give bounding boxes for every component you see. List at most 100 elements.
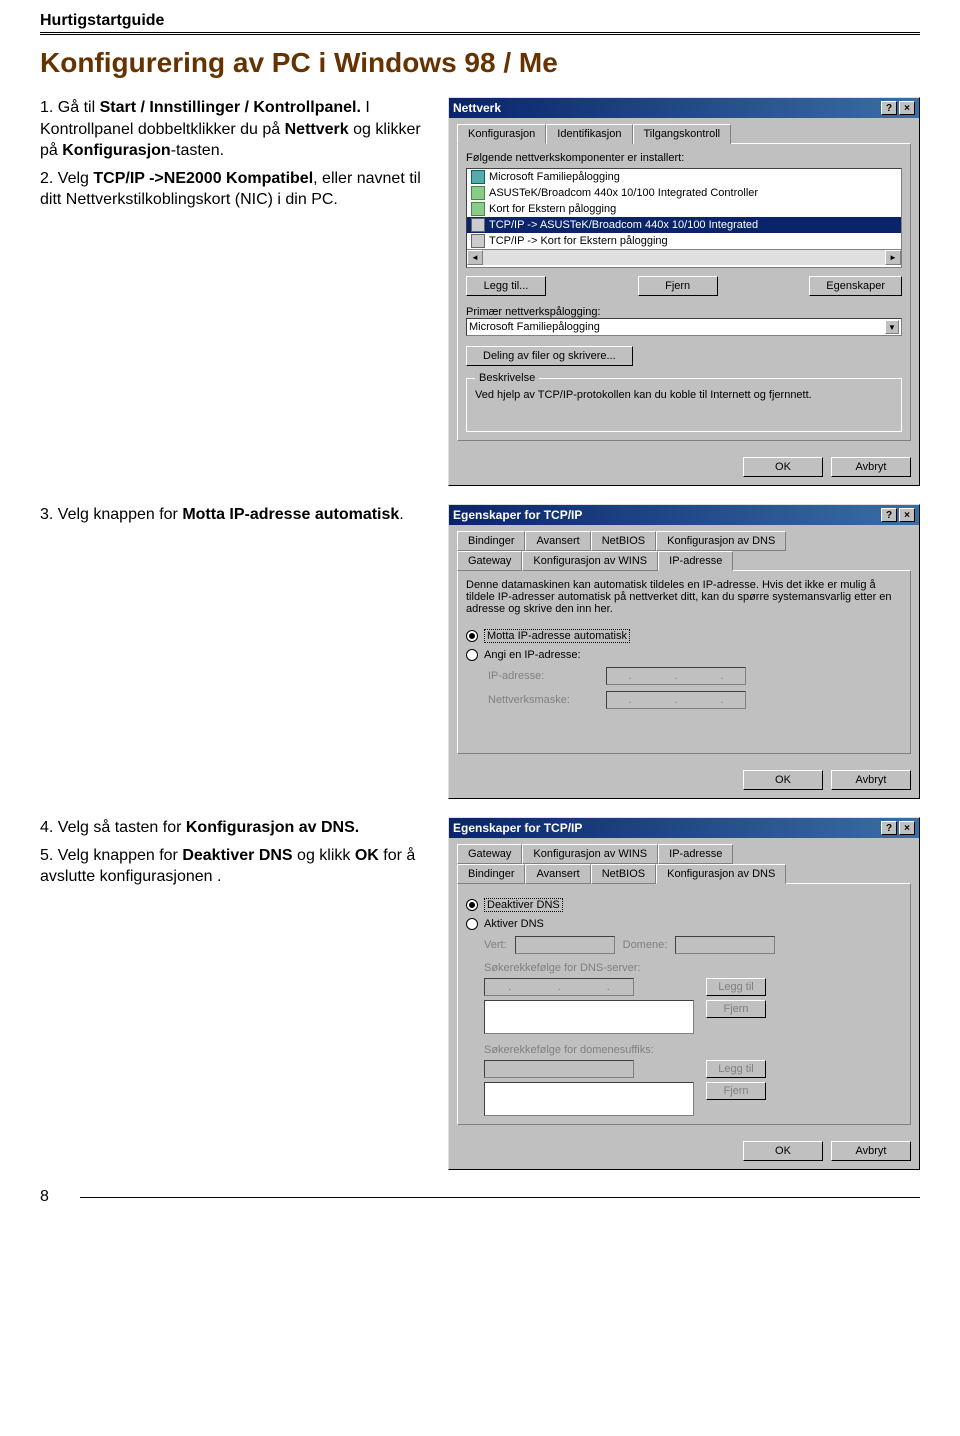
page-number: 8 (40, 1188, 920, 1206)
close-button[interactable]: × (899, 508, 915, 522)
cancel-button[interactable]: Avbryt (831, 1141, 911, 1161)
close-button[interactable]: × (899, 821, 915, 835)
dns-server-order-label: Søkerekkefølge for DNS-server: (484, 962, 902, 974)
text: -tasten. (171, 142, 224, 159)
window-title: Egenskaper for TCP/IP (453, 821, 582, 835)
suffix-list (484, 1082, 694, 1116)
cancel-button[interactable]: Avbryt (831, 457, 911, 477)
protocol-icon (471, 234, 485, 248)
tab-bindinger[interactable]: Bindinger (457, 531, 525, 551)
add-button[interactable]: Legg til... (466, 276, 546, 296)
text-bold: TCP/IP ->NE2000 Kompatibel (93, 170, 313, 187)
cancel-button[interactable]: Avbryt (831, 770, 911, 790)
protocol-icon (471, 218, 485, 232)
text: . (399, 506, 403, 523)
ip-label: IP-adresse: (488, 670, 598, 682)
file-print-sharing-button[interactable]: Deling av filer og skrivere... (466, 346, 633, 366)
titlebar: Egenskaper for TCP/IP ? × (449, 818, 919, 838)
components-label: Følgende nettverkskomponenter er install… (466, 152, 902, 164)
text: 4. Velg så tasten for (40, 819, 186, 836)
close-button[interactable]: × (899, 101, 915, 115)
text-bold: Motta IP-adresse automatisk (182, 506, 399, 523)
tab-avansert[interactable]: Avansert (525, 531, 590, 551)
list-item[interactable]: Microsoft Familiepålogging (489, 171, 620, 183)
window-tcpip-dns: Egenskaper for TCP/IP ? × Gateway Konfig… (448, 817, 920, 1170)
domain-label: Domene: (623, 939, 668, 951)
domain-suffix-order-label: Søkerekkefølge for domenesuffiks: (484, 1044, 902, 1056)
text-bold: Konfigurasjon av DNS. (186, 819, 359, 836)
radio-manual-ip[interactable]: Angi en IP-adresse: (466, 649, 902, 661)
mask-label: Nettverksmaske: (488, 694, 598, 706)
horizontal-scrollbar[interactable]: ◄ ► (467, 249, 901, 265)
titlebar: Egenskaper for TCP/IP ? × (449, 505, 919, 525)
tab-wins-config[interactable]: Konfigurasjon av WINS (522, 551, 658, 571)
tab-dns-config[interactable]: Konfigurasjon av DNS (656, 531, 786, 551)
add-dns-server-button: Legg til (706, 978, 766, 996)
tab-bindinger[interactable]: Bindinger (457, 864, 525, 884)
domain-input (675, 936, 775, 954)
description-group: Ved hjelp av TCP/IP-protokollen kan du k… (466, 378, 902, 432)
description-text: Ved hjelp av TCP/IP-protokollen kan du k… (475, 389, 893, 423)
tab-gateway[interactable]: Gateway (457, 551, 522, 571)
radio-icon (466, 649, 478, 661)
tab-ip-adresse[interactable]: IP-adresse (658, 551, 733, 571)
radio-label: Motta IP-adresse automatisk (484, 629, 630, 643)
dns-server-list (484, 1000, 694, 1034)
steps-block-3: 4. Velg så tasten for Konfigurasjon av D… (40, 817, 432, 894)
help-button[interactable]: ? (881, 101, 897, 115)
tab-identifikasjon[interactable]: Identifikasjon (546, 124, 632, 144)
radio-icon (466, 899, 478, 911)
text-bold: Start / Innstillinger / Kontrollpanel. (100, 99, 361, 116)
ok-button[interactable]: OK (743, 770, 823, 790)
scroll-right-icon[interactable]: ► (885, 250, 901, 265)
remove-button[interactable]: Fjern (638, 276, 718, 296)
ok-button[interactable]: OK (743, 457, 823, 477)
help-button[interactable]: ? (881, 821, 897, 835)
radio-icon (466, 630, 478, 642)
remove-suffix-button: Fjern (706, 1082, 766, 1100)
tab-gateway[interactable]: Gateway (457, 844, 522, 864)
ok-button[interactable]: OK (743, 1141, 823, 1161)
tab-konfigurasjon[interactable]: Konfigurasjon (457, 124, 546, 144)
tab-wins-config[interactable]: Konfigurasjon av WINS (522, 844, 658, 864)
tab-netbios[interactable]: NetBIOS (591, 864, 656, 884)
tab-dns-config[interactable]: Konfigurasjon av DNS (656, 864, 786, 884)
text: og klikk (293, 847, 355, 864)
tab-ip-adresse[interactable]: IP-adresse (658, 844, 733, 864)
tab-tilgangskontroll[interactable]: Tilgangskontroll (633, 124, 732, 144)
primary-logon-dropdown[interactable]: Microsoft Familiepålogging ▼ (466, 318, 902, 336)
list-item[interactable]: ASUSTeK/Broadcom 440x 10/100 Integrated … (489, 187, 758, 199)
list-item[interactable]: TCP/IP -> Kort for Ekstern pålogging (489, 235, 668, 247)
page-number-value: 8 (40, 1188, 49, 1205)
list-item[interactable]: Kort for Ekstern pålogging (489, 203, 616, 215)
host-input (515, 936, 615, 954)
components-list[interactable]: Microsoft Familiepålogging ASUSTeK/Broad… (466, 168, 902, 268)
page-title: Konfigurering av PC i Windows 98 / Me (40, 47, 920, 79)
ip-input: ... (606, 667, 746, 685)
text: 5. Velg knappen for (40, 847, 182, 864)
radio-auto-ip[interactable]: Motta IP-adresse automatisk (466, 629, 902, 643)
tab-avansert[interactable]: Avansert (525, 864, 590, 884)
window-nettverk: Nettverk ? × Konfigurasjon Identifikasjo… (448, 97, 920, 486)
radio-label: Aktiver DNS (484, 918, 544, 930)
dropdown-value: Microsoft Familiepålogging (469, 321, 600, 333)
remove-dns-server-button: Fjern (706, 1000, 766, 1018)
list-item-selected[interactable]: TCP/IP -> ASUSTeK/Broadcom 440x 10/100 I… (489, 219, 758, 231)
text-bold: Konfigurasjon (62, 142, 170, 159)
nic-icon (471, 186, 485, 200)
radio-enable-dns[interactable]: Aktiver DNS (466, 918, 902, 930)
mask-input: ... (606, 691, 746, 709)
scroll-left-icon[interactable]: ◄ (467, 250, 483, 265)
nic-icon (471, 202, 485, 216)
doc-header: Hurtigstartguide (40, 12, 920, 35)
properties-button[interactable]: Egenskaper (809, 276, 902, 296)
text: 1. Gå til (40, 99, 100, 116)
tab-netbios[interactable]: NetBIOS (591, 531, 656, 551)
help-button[interactable]: ? (881, 508, 897, 522)
add-suffix-button: Legg til (706, 1060, 766, 1078)
primary-logon-label: Primær nettverkspålogging: (466, 306, 902, 318)
steps-block-2: 3. Velg knappen for Motta IP-adresse aut… (40, 504, 432, 532)
host-label: Vert: (484, 939, 507, 951)
chevron-down-icon[interactable]: ▼ (885, 320, 899, 334)
radio-disable-dns[interactable]: Deaktiver DNS (466, 898, 902, 912)
